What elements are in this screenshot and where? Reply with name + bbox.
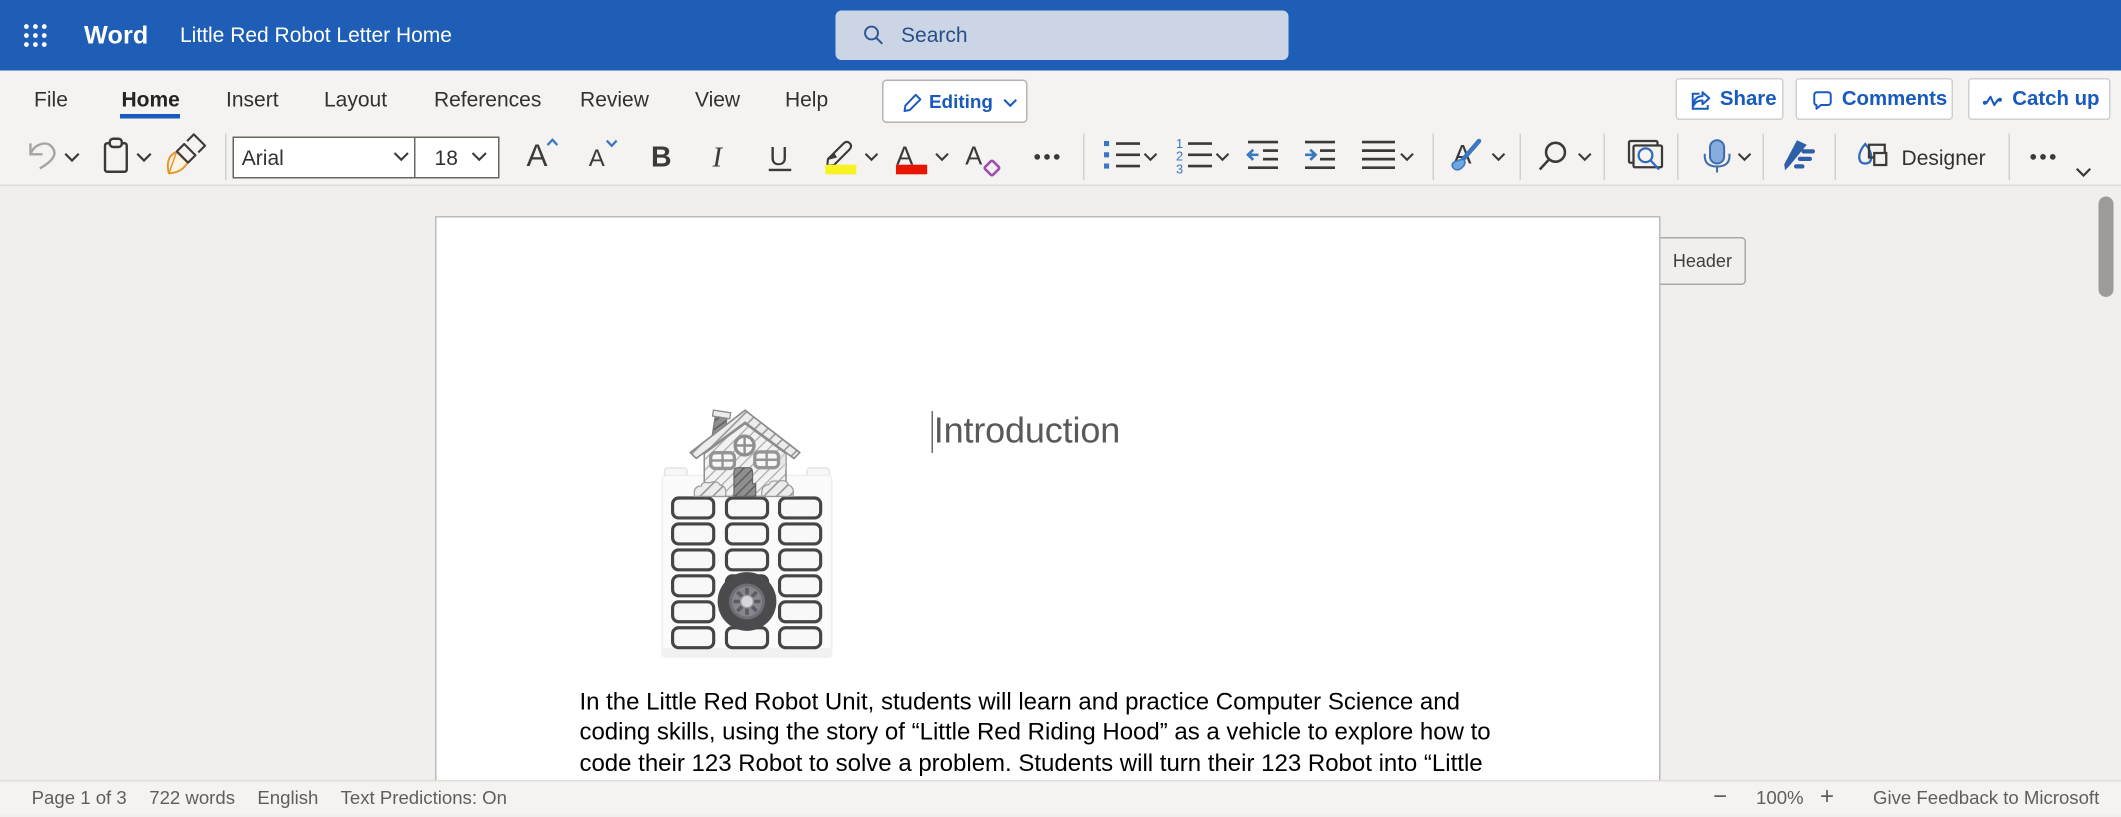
svg-text:3: 3 [1176, 161, 1183, 176]
svg-text:A: A [589, 145, 605, 172]
svg-text:B: B [651, 142, 672, 174]
svg-text:A: A [965, 142, 982, 170]
svg-text:I: I [712, 143, 724, 174]
svg-text:U: U [770, 143, 788, 171]
svg-text:A: A [527, 137, 548, 173]
